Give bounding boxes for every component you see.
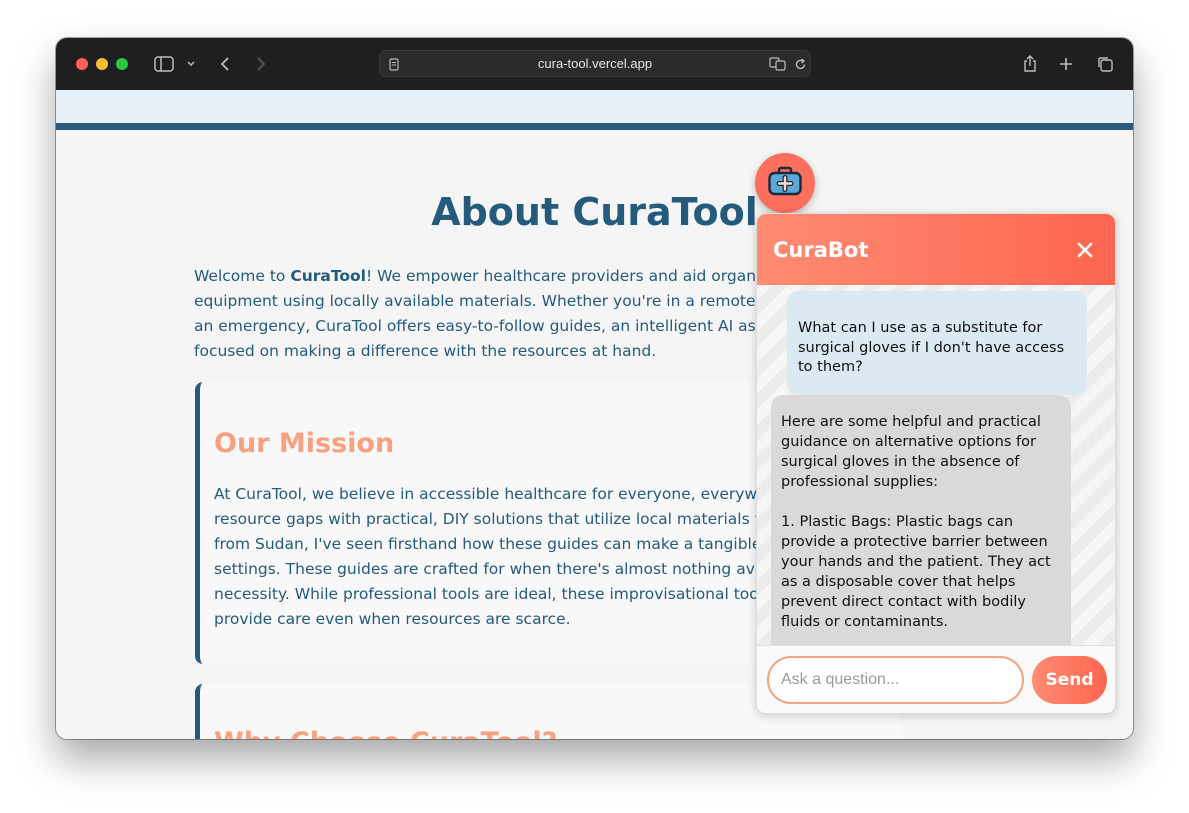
user-message: What can I use as a substitute for surgi…: [787, 291, 1087, 395]
close-icon[interactable]: [1075, 240, 1095, 260]
back-icon[interactable]: [216, 52, 234, 76]
chat-input-bar: Send: [757, 645, 1115, 713]
chatbot-toggle-button[interactable]: [755, 153, 815, 213]
message-text: 1. Plastic Bags: Plastic bags can: [781, 514, 1014, 530]
message-text: prevent direct contact with bodily: [781, 594, 1026, 610]
mission-text: settings. These guides are crafted for w…: [214, 560, 797, 578]
forward-icon[interactable]: [252, 52, 270, 76]
message-text: provide a protective barrier between: [781, 534, 1048, 550]
header-divider: [56, 123, 1133, 130]
address-bar[interactable]: cura-tool.vercel.app: [379, 50, 811, 77]
medical-kit-icon: [767, 165, 803, 201]
browser-toolbar: cura-tool.vercel.app: [56, 38, 1133, 90]
send-button[interactable]: Send: [1032, 656, 1107, 704]
message-spacer: [781, 492, 1061, 512]
message-text: to them?: [798, 359, 863, 375]
header-band: [56, 90, 1133, 123]
chat-messages[interactable]: What can I use as a substitute for surgi…: [757, 285, 1115, 645]
brand-name: CuraTool: [290, 267, 366, 285]
tab-overview-icon[interactable]: [1095, 52, 1115, 76]
sidebar-toggle-icon[interactable]: [153, 52, 175, 76]
bot-message: Here are some helpful and practical guid…: [771, 395, 1071, 645]
intro-text: an emergency, CuraTool offers easy-to-fo…: [194, 317, 802, 335]
message-text: fluids or contaminants.: [781, 614, 949, 630]
new-tab-icon[interactable]: [1057, 52, 1075, 76]
url-text: cura-tool.vercel.app: [537, 56, 653, 71]
chat-input[interactable]: [767, 656, 1024, 704]
intro-text: focused on making a difference with the …: [194, 342, 657, 360]
intro-text: ! We empower healthcare providers and ai…: [365, 267, 808, 285]
why-heading: Why Choose CuraTool?: [214, 727, 557, 739]
chatbot-panel: CuraBot What can I use as a substitute f…: [756, 213, 1116, 714]
mission-heading: Our Mission: [214, 428, 395, 459]
intro-text: Welcome to: [194, 267, 291, 285]
mission-text: resource gaps with practical, DIY soluti…: [214, 510, 794, 528]
chevron-down-icon[interactable]: [185, 52, 197, 76]
mission-text: provide care even when resources are sca…: [214, 610, 571, 628]
message-text: surgical gloves in the absence of: [781, 454, 1020, 470]
mission-text: necessity. While professional tools are …: [214, 585, 792, 603]
mission-text: from Sudan, I've seen firsthand how thes…: [214, 535, 801, 553]
intro-paragraph: Welcome to CuraTool! We empower healthca…: [194, 264, 808, 364]
minimize-window-button[interactable]: [96, 58, 108, 70]
message-text: What can I use as a substitute for: [798, 320, 1043, 336]
reload-icon[interactable]: [792, 52, 808, 76]
intro-text: equipment using locally available materi…: [194, 292, 800, 310]
close-window-button[interactable]: [76, 58, 88, 70]
chatbot-title: CuraBot: [773, 238, 869, 262]
message-text: guidance on alternative options for: [781, 434, 1036, 450]
page-content: About CuraTool Welcome to CuraTool! We e…: [56, 90, 1133, 739]
share-icon[interactable]: [1021, 52, 1039, 76]
message-text: Here are some helpful and practical: [781, 414, 1041, 430]
translate-icon[interactable]: [768, 52, 788, 76]
zoom-window-button[interactable]: [116, 58, 128, 70]
message-text: professional supplies:: [781, 474, 939, 490]
chatbot-header: CuraBot: [757, 214, 1115, 285]
mission-body: At CuraTool, we believe in accessible he…: [214, 482, 801, 632]
message-text: your hands and the patient. They act: [781, 554, 1051, 570]
message-text: as a disposable cover that helps: [781, 574, 1016, 590]
mission-text: At CuraTool, we believe in accessible he…: [214, 485, 797, 503]
browser-window: cura-tool.vercel.app About CuraTool Welc…: [56, 38, 1133, 739]
message-text: surgical gloves if I don't have access: [798, 339, 1065, 356]
